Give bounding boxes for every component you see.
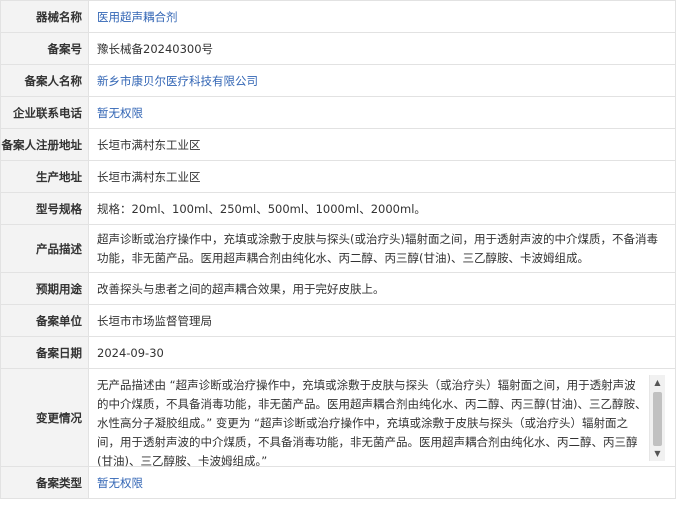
registered-address-value: 长垣市满村东工业区 <box>88 128 676 161</box>
record-detail-table: 器械名称 医用超声耦合剂 备案号 豫长械备20240300号 备案人名称 新乡市… <box>0 0 676 499</box>
table-row: 备案类型 暂无权限 <box>0 466 676 499</box>
table-row: 企业联系电话 暂无权限 <box>0 96 676 129</box>
table-row: 产品描述 超声诊断或治疗操作中，充填或涂敷于皮肤与探头(或治疗头)辐射面之间，用… <box>0 224 676 273</box>
intended-use-value: 改善探头与患者之间的超声耦合效果，用于完好皮肤上。 <box>88 272 676 305</box>
table-row: 器械名称 医用超声耦合剂 <box>0 0 676 33</box>
record-date-value: 2024-09-30 <box>88 336 676 369</box>
table-row: 备案号 豫长械备20240300号 <box>0 32 676 65</box>
field-label: 变更情况 <box>0 368 89 467</box>
field-label: 备案号 <box>0 32 89 65</box>
table-row: 预期用途 改善探头与患者之间的超声耦合效果，用于完好皮肤上。 <box>0 272 676 305</box>
table-row: 型号规格 规格：20ml、100ml、250ml、500ml、1000ml、20… <box>0 192 676 225</box>
field-label: 预期用途 <box>0 272 89 305</box>
table-row: 生产地址 长垣市满村东工业区 <box>0 160 676 193</box>
change-history-text: 无产品描述由 “超声诊断或治疗操作中，充填或涂敷于皮肤与探头（或治疗头）辐射面之… <box>97 377 647 468</box>
registrant-name-link[interactable]: 新乡市康贝尔医疗科技有限公司 <box>88 64 676 97</box>
change-history-cell: 无产品描述由 “超声诊断或治疗操作中，充填或涂敷于皮肤与探头（或治疗头）辐射面之… <box>88 368 676 468</box>
field-label: 备案类型 <box>0 466 89 499</box>
table-row: 变更情况 无产品描述由 “超声诊断或治疗操作中，充填或涂敷于皮肤与探头（或治疗头… <box>0 368 676 468</box>
model-spec-value: 规格：20ml、100ml、250ml、500ml、1000ml、2000ml。 <box>88 192 676 225</box>
scrollbar-thumb[interactable] <box>653 391 662 446</box>
record-type-link[interactable]: 暂无权限 <box>88 466 676 499</box>
production-address-value: 长垣市满村东工业区 <box>88 160 676 193</box>
field-label: 企业联系电话 <box>0 96 89 129</box>
field-label: 备案日期 <box>0 336 89 369</box>
field-label: 器械名称 <box>0 0 89 33</box>
record-authority-value: 长垣市市场监督管理局 <box>88 304 676 337</box>
vertical-scrollbar[interactable]: ▲ ▼ <box>649 374 665 461</box>
scroll-down-arrow-icon[interactable]: ▼ <box>650 446 665 461</box>
field-label: 备案单位 <box>0 304 89 337</box>
field-label: 型号规格 <box>0 192 89 225</box>
field-label: 备案人名称 <box>0 64 89 97</box>
product-description-value: 超声诊断或治疗操作中，充填或涂敷于皮肤与探头(或治疗头)辐射面之间，用于透射声波… <box>88 224 676 273</box>
record-number-value: 豫长械备20240300号 <box>88 32 676 65</box>
change-history-scroll-box[interactable]: 无产品描述由 “超声诊断或治疗操作中，充填或涂敷于皮肤与探头（或治疗头）辐射面之… <box>97 372 669 468</box>
table-row: 备案人名称 新乡市康贝尔医疗科技有限公司 <box>0 64 676 97</box>
field-label: 产品描述 <box>0 224 89 273</box>
table-row: 备案日期 2024-09-30 <box>0 336 676 369</box>
table-row: 备案单位 长垣市市场监督管理局 <box>0 304 676 337</box>
field-label: 备案人注册地址 <box>0 128 89 161</box>
contact-phone-link[interactable]: 暂无权限 <box>88 96 676 129</box>
table-row: 备案人注册地址 长垣市满村东工业区 <box>0 128 676 161</box>
scroll-up-arrow-icon[interactable]: ▲ <box>650 375 665 390</box>
field-label: 生产地址 <box>0 160 89 193</box>
device-name-link[interactable]: 医用超声耦合剂 <box>88 0 676 33</box>
